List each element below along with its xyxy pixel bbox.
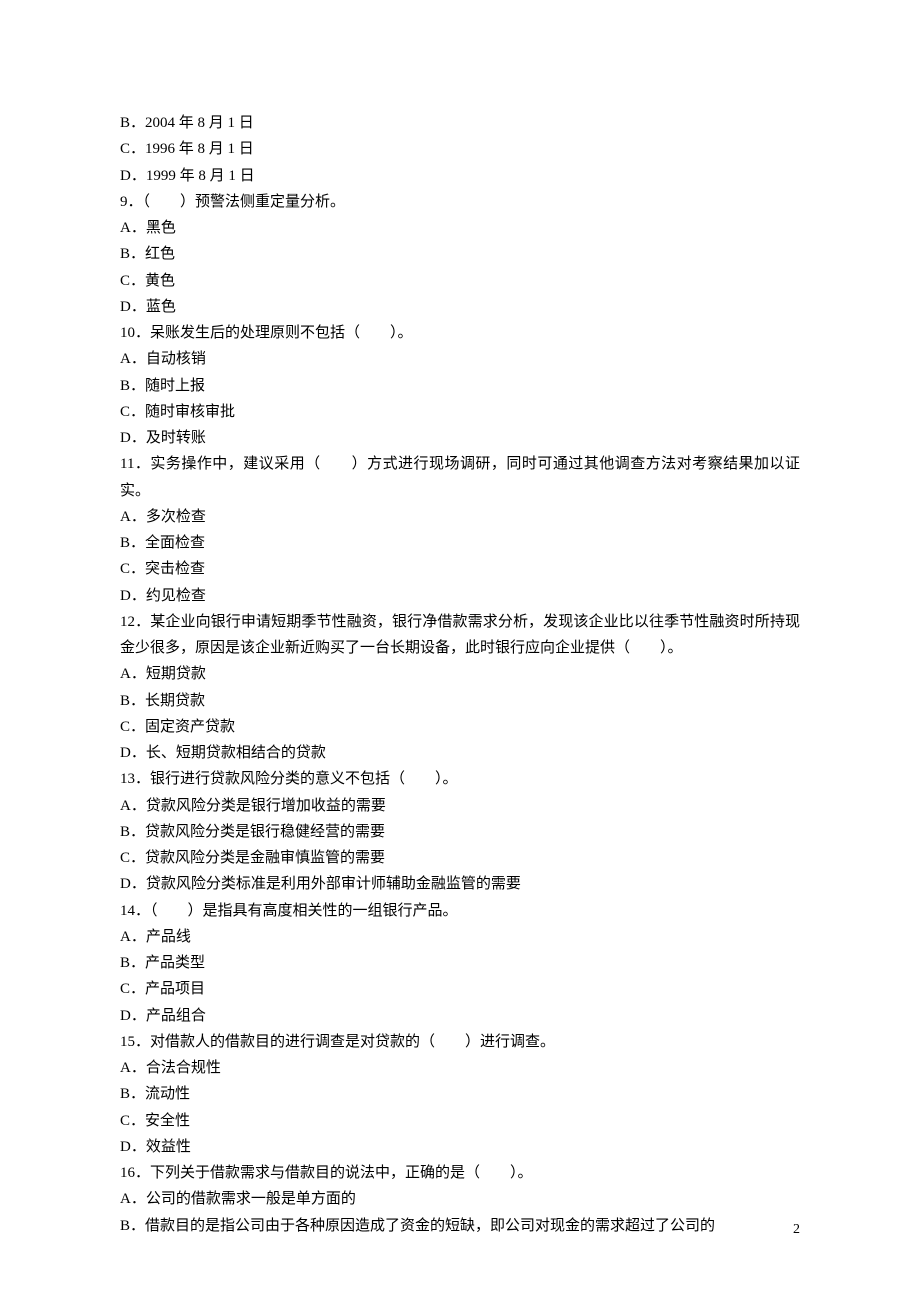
q9-option-b: B．红色 bbox=[120, 241, 800, 267]
q13-option-b: B．贷款风险分类是银行稳健经营的需要 bbox=[120, 819, 800, 845]
q11-option-c: C．突击检查 bbox=[120, 556, 800, 582]
q10-option-c: C．随时审核审批 bbox=[120, 399, 800, 425]
q14-option-b: B．产品类型 bbox=[120, 950, 800, 976]
q11-option-b: B．全面检查 bbox=[120, 530, 800, 556]
q14-option-d: D．产品组合 bbox=[120, 1003, 800, 1029]
page-number: 2 bbox=[793, 1218, 800, 1243]
document-page: B．2004 年 8 月 1 日 C．1996 年 8 月 1 日 D．1999… bbox=[0, 0, 920, 1302]
q12-option-c: C．固定资产贷款 bbox=[120, 714, 800, 740]
q15-stem: 15．对借款人的借款目的进行调查是对贷款的（ ）进行调查。 bbox=[120, 1029, 800, 1055]
q11-stem: 11．实务操作中，建议采用（ ）方式进行现场调研，同时可通过其他调查方法对考察结… bbox=[120, 451, 800, 504]
q12-option-d: D．长、短期贷款相结合的贷款 bbox=[120, 740, 800, 766]
q12-option-a: A．短期贷款 bbox=[120, 661, 800, 687]
q14-stem: 14．（ ）是指具有高度相关性的一组银行产品。 bbox=[120, 898, 800, 924]
q11-option-d: D．约见检查 bbox=[120, 583, 800, 609]
q14-option-c: C．产品项目 bbox=[120, 976, 800, 1002]
q12-stem: 12．某企业向银行申请短期季节性融资，银行净借款需求分析，发现该企业比以往季节性… bbox=[120, 609, 800, 662]
q9-option-a: A．黑色 bbox=[120, 215, 800, 241]
q11-option-a: A．多次检查 bbox=[120, 504, 800, 530]
q10-option-b: B．随时上报 bbox=[120, 373, 800, 399]
q9-option-d: D．蓝色 bbox=[120, 294, 800, 320]
q16-option-a: A．公司的借款需求一般是单方面的 bbox=[120, 1186, 800, 1212]
q10-option-d: D．及时转账 bbox=[120, 425, 800, 451]
q12-option-b: B．长期贷款 bbox=[120, 688, 800, 714]
q13-option-c: C．贷款风险分类是金融审慎监管的需要 bbox=[120, 845, 800, 871]
q16-stem: 16．下列关于借款需求与借款目的说法中，正确的是（ ）。 bbox=[120, 1160, 800, 1186]
q15-option-d: D．效益性 bbox=[120, 1134, 800, 1160]
q14-option-a: A．产品线 bbox=[120, 924, 800, 950]
q16-option-b: B．借款目的是指公司由于各种原因造成了资金的短缺，即公司对现金的需求超过了公司的 bbox=[120, 1213, 800, 1239]
q15-option-a: A．合法合规性 bbox=[120, 1055, 800, 1081]
q9-option-c: C．黄色 bbox=[120, 268, 800, 294]
q15-option-b: B．流动性 bbox=[120, 1081, 800, 1107]
q13-option-a: A．贷款风险分类是银行增加收益的需要 bbox=[120, 793, 800, 819]
q13-stem: 13．银行进行贷款风险分类的意义不包括（ ）。 bbox=[120, 766, 800, 792]
q15-option-c: C．安全性 bbox=[120, 1108, 800, 1134]
q8-option-b: B．2004 年 8 月 1 日 bbox=[120, 110, 800, 136]
q9-stem: 9．（ ）预警法侧重定量分析。 bbox=[120, 189, 800, 215]
q8-option-d: D．1999 年 8 月 1 日 bbox=[120, 163, 800, 189]
q10-option-a: A．自动核销 bbox=[120, 346, 800, 372]
q8-option-c: C．1996 年 8 月 1 日 bbox=[120, 136, 800, 162]
q10-stem: 10．呆账发生后的处理原则不包括（ ）。 bbox=[120, 320, 800, 346]
q13-option-d: D．贷款风险分类标准是利用外部审计师辅助金融监管的需要 bbox=[120, 871, 800, 897]
